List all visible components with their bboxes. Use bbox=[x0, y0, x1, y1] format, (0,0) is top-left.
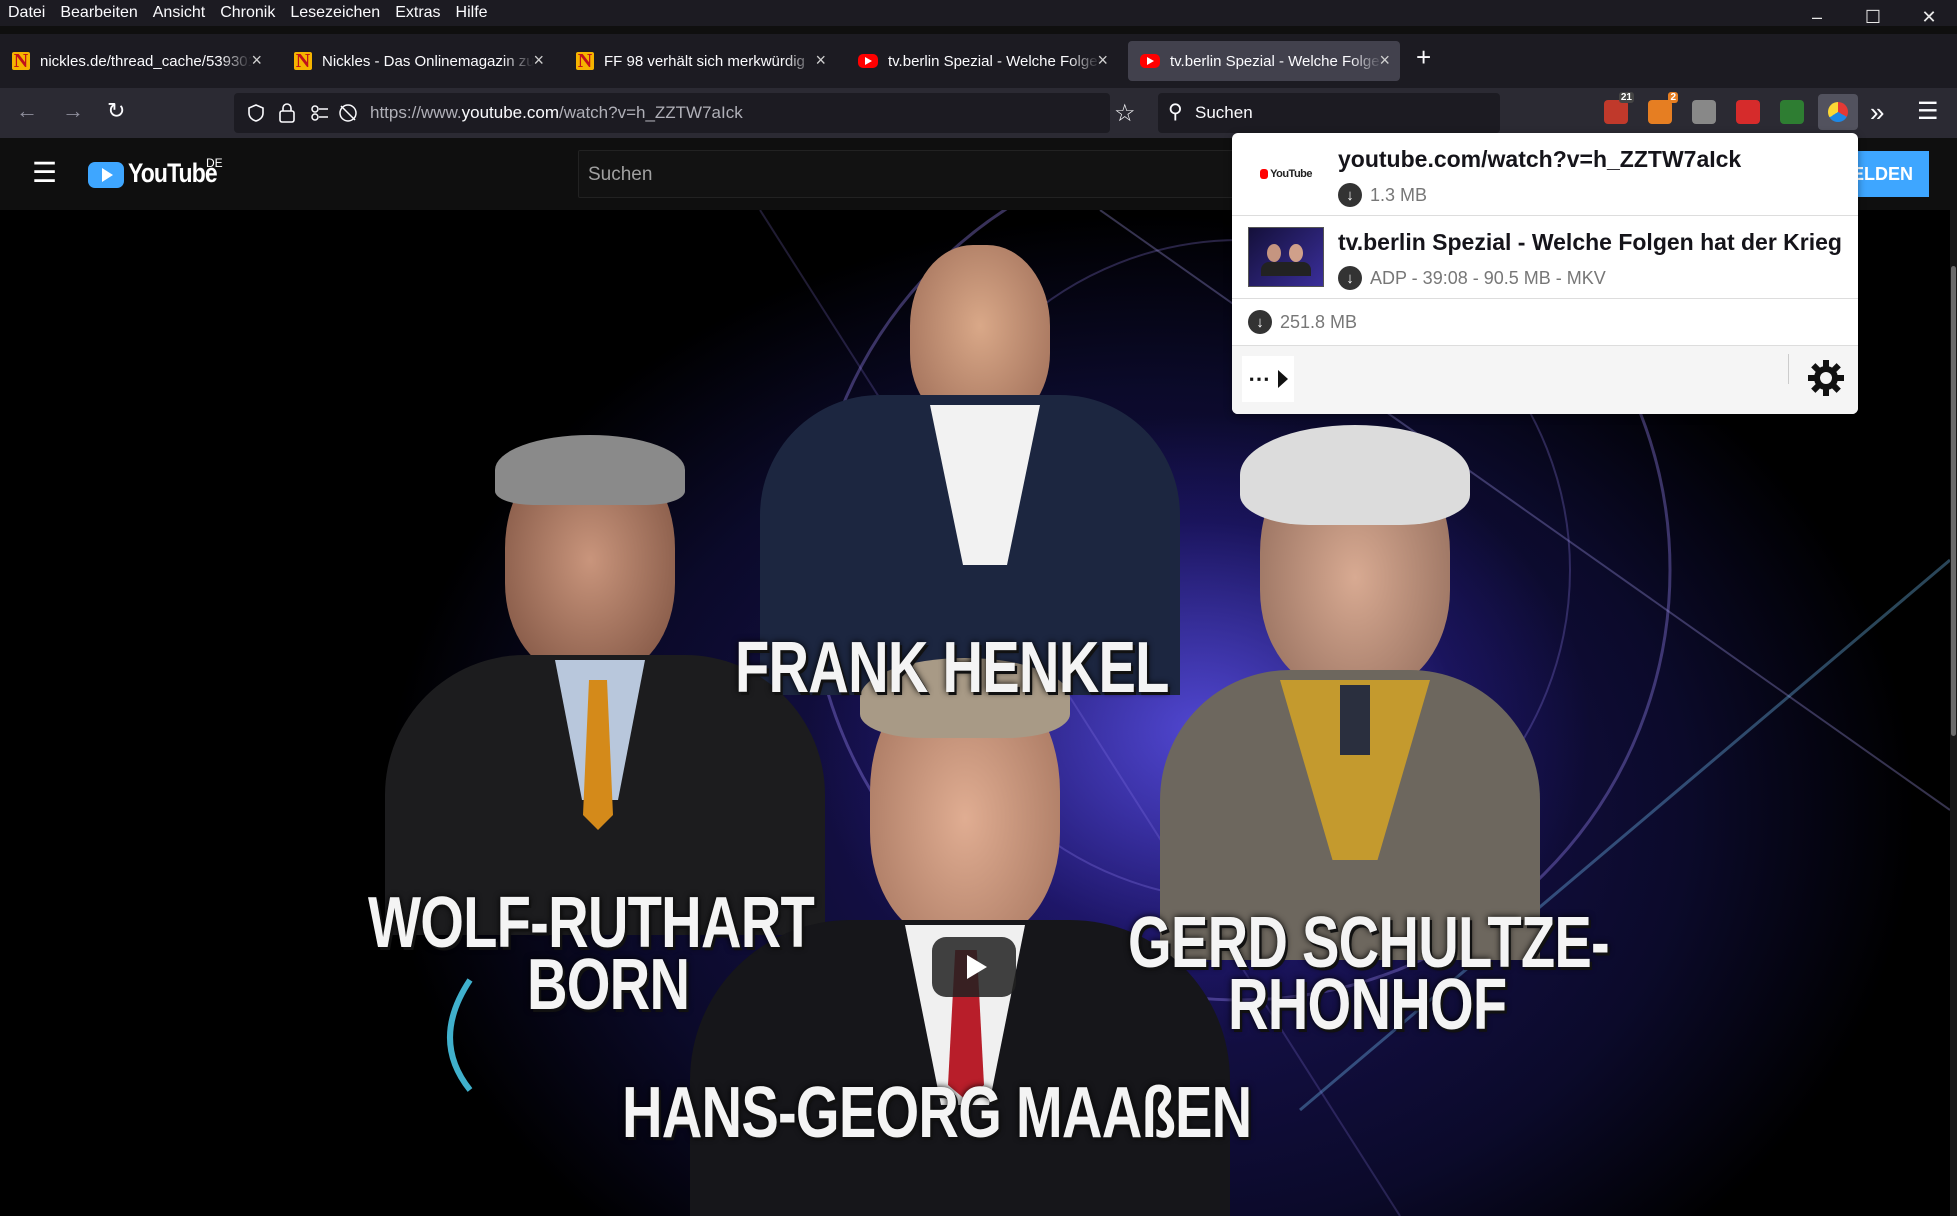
menu-ansicht[interactable]: Ansicht bbox=[153, 4, 205, 22]
search-bar[interactable]: ⚲ Suchen bbox=[1158, 93, 1500, 133]
tab-item[interactable]: tv.berlin Spezial - Welche Folgen × bbox=[846, 41, 1118, 81]
play-button[interactable] bbox=[932, 937, 1016, 997]
download-item-meta: ↓ ADP - 39:08 - 90.5 MB - MKV bbox=[1338, 266, 1606, 290]
download-item[interactable]: YouTube youtube.com/watch?v=h_ZZTW7aIck … bbox=[1232, 133, 1858, 216]
downloadhelper-popup: YouTube youtube.com/watch?v=h_ZZTW7aIck … bbox=[1232, 133, 1858, 414]
footer-divider bbox=[1788, 354, 1789, 384]
shield-icon[interactable] bbox=[246, 103, 266, 123]
nickles-icon: N bbox=[294, 49, 312, 72]
forward-icon[interactable]: → bbox=[62, 98, 84, 124]
minimize-icon[interactable]: – bbox=[1789, 0, 1845, 34]
video-downloadhelper-icon[interactable] bbox=[1818, 94, 1858, 130]
navigation-bar: ← → ↻ https://www.youtube.com/watch?v=h_… bbox=[0, 88, 1957, 138]
pen-tool-icon[interactable] bbox=[1736, 100, 1760, 124]
nickles-icon: N bbox=[576, 49, 594, 72]
play-arrow-icon bbox=[1278, 370, 1288, 388]
permissions-icon[interactable] bbox=[310, 104, 330, 122]
name-frank-henkel: FRANK HENKEL bbox=[735, 628, 1169, 708]
youtube-icon bbox=[858, 54, 878, 68]
signin-label: ELDEN bbox=[1852, 163, 1914, 184]
scrollbar-thumb[interactable] bbox=[1951, 266, 1956, 736]
bookmark-star-icon[interactable]: ☆ bbox=[1114, 99, 1136, 128]
url-text[interactable]: https://www.youtube.com/watch?v=h_ZZTW7a… bbox=[370, 103, 743, 123]
extension-badge: 21 bbox=[1618, 92, 1634, 103]
youtube-logo-thumbnail: YouTube bbox=[1260, 165, 1312, 183]
window-controls: – ☐ ✕ bbox=[1789, 0, 1957, 34]
download-item-title: tv.berlin Spezial - Welche Folgen hat de… bbox=[1338, 229, 1842, 255]
new-tab-icon[interactable]: + bbox=[1416, 42, 1431, 73]
tab-item-active[interactable]: tv.berlin Spezial - Welche Folgen × bbox=[1128, 41, 1400, 81]
extension-check-icon[interactable] bbox=[1780, 100, 1804, 124]
youtube-search-input[interactable]: Suchen bbox=[578, 150, 1278, 198]
download-arrow-icon[interactable]: ↓ bbox=[1338, 266, 1362, 290]
download-item-meta: ↓ 1.3 MB bbox=[1338, 183, 1427, 207]
download-item-details: ADP - 39:08 - 90.5 MB - MKV bbox=[1370, 267, 1606, 288]
tab-title: nickles.de/thread_cache/539301 bbox=[40, 52, 252, 70]
tab-close-icon[interactable]: × bbox=[1379, 50, 1390, 71]
tab-close-icon[interactable]: × bbox=[815, 50, 826, 71]
tab-item[interactable]: N Nickles - Das Onlinemagazin zum × bbox=[282, 41, 554, 81]
download-arrow-icon[interactable]: ↓ bbox=[1248, 310, 1272, 334]
reload-icon[interactable]: ↻ bbox=[107, 98, 125, 124]
spy-glasses-icon[interactable] bbox=[1692, 100, 1716, 124]
download-item-title: youtube.com/watch?v=h_ZZTW7aIck bbox=[1338, 146, 1742, 172]
autoplay-blocked-icon[interactable] bbox=[338, 103, 358, 123]
name-born: BORN bbox=[527, 945, 690, 1025]
youtube-icon bbox=[1140, 54, 1160, 68]
download-total-row[interactable]: ↓ 251.8 MB bbox=[1232, 299, 1858, 346]
menu-chronik[interactable]: Chronik bbox=[220, 4, 275, 22]
extension-2-icon[interactable]: 2 bbox=[1648, 92, 1678, 124]
tab-title: tv.berlin Spezial - Welche Folgen bbox=[888, 52, 1100, 70]
lock-icon[interactable] bbox=[278, 102, 296, 124]
youtube-search-placeholder: Suchen bbox=[588, 164, 653, 185]
overflow-chevron-icon[interactable]: » bbox=[1870, 97, 1884, 128]
tab-close-icon[interactable]: × bbox=[533, 50, 544, 71]
maximize-icon[interactable]: ☐ bbox=[1845, 0, 1901, 34]
name-rhonhof: RHONHOF bbox=[1228, 965, 1507, 1045]
menu-datei[interactable]: Datei bbox=[8, 4, 45, 22]
region-code: DE bbox=[206, 156, 223, 170]
menu-bar: Datei Bearbeiten Ansicht Chronik Lesezei… bbox=[0, 0, 1957, 26]
menu-hilfe[interactable]: Hilfe bbox=[456, 4, 488, 22]
hamburger-menu-icon[interactable]: ☰ bbox=[1917, 97, 1939, 126]
popup-footer: ⋯ bbox=[1232, 346, 1858, 414]
more-actions-button[interactable]: ⋯ bbox=[1242, 356, 1294, 402]
download-arrow-icon[interactable]: ↓ bbox=[1338, 183, 1362, 207]
back-icon[interactable]: ← bbox=[16, 98, 38, 124]
download-item[interactable]: tv.berlin Spezial - Welche Folgen hat de… bbox=[1232, 216, 1858, 299]
extension-badge: 2 bbox=[1668, 92, 1678, 103]
close-window-icon[interactable]: ✕ bbox=[1901, 0, 1957, 34]
youtube-logo-icon[interactable] bbox=[88, 162, 124, 188]
search-placeholder: Suchen bbox=[1195, 103, 1253, 122]
tab-title: FF 98 verhält sich merkwürdig bbox=[604, 52, 805, 70]
guide-menu-icon[interactable]: ☰ bbox=[32, 156, 57, 189]
tab-item[interactable]: N FF 98 verhält sich merkwürdig × bbox=[564, 41, 836, 81]
menu-bearbeiten[interactable]: Bearbeiten bbox=[60, 4, 137, 22]
video-thumbnail bbox=[1248, 227, 1324, 287]
more-actions-label: ⋯ bbox=[1248, 366, 1270, 391]
menu-lesezeichen[interactable]: Lesezeichen bbox=[290, 4, 380, 22]
search-icon: ⚲ bbox=[1168, 101, 1183, 123]
menu-extras[interactable]: Extras bbox=[395, 4, 440, 22]
tab-title: Nickles - Das Onlinemagazin zum bbox=[322, 52, 534, 70]
download-item-size: 1.3 MB bbox=[1370, 184, 1428, 205]
tab-strip: N nickles.de/thread_cache/539301 × N Nic… bbox=[0, 34, 1957, 88]
name-hans-georg-maassen: HANS-GEORG MAAßEN bbox=[622, 1073, 1252, 1153]
page-scrollbar[interactable] bbox=[1950, 210, 1957, 1216]
url-bar[interactable]: https://www.youtube.com/watch?v=h_ZZTW7a… bbox=[234, 93, 1136, 133]
nickles-icon: N bbox=[12, 49, 30, 72]
download-total: ↓ 251.8 MB bbox=[1248, 310, 1357, 334]
tab-close-icon[interactable]: × bbox=[251, 50, 262, 71]
tab-close-icon[interactable]: × bbox=[1097, 50, 1108, 71]
tab-title: tv.berlin Spezial - Welche Folgen bbox=[1170, 52, 1382, 70]
ublock-icon[interactable]: 21 bbox=[1604, 92, 1634, 124]
settings-gear-icon[interactable] bbox=[1806, 358, 1846, 398]
tab-item[interactable]: N nickles.de/thread_cache/539301 × bbox=[0, 41, 272, 81]
download-total-size: 251.8 MB bbox=[1280, 311, 1358, 332]
youtube-logo-text[interactable]: YouTube bbox=[128, 158, 218, 189]
